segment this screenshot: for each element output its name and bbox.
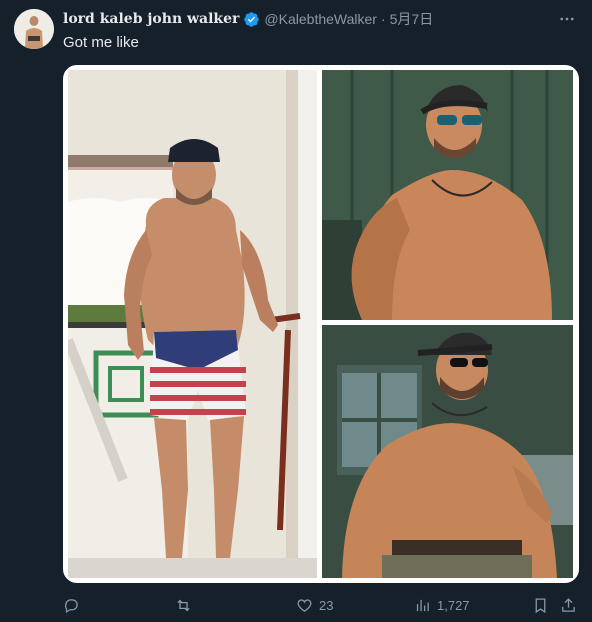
reply-icon bbox=[63, 597, 80, 614]
view-count: 1,727 bbox=[437, 597, 470, 613]
photo-staircase[interactable] bbox=[68, 70, 317, 578]
avatar[interactable] bbox=[14, 9, 54, 49]
separator-dot: · bbox=[380, 11, 386, 27]
bookmark-button[interactable] bbox=[532, 595, 549, 615]
views-icon bbox=[414, 597, 431, 614]
handle[interactable]: @KalebtheWalker bbox=[264, 11, 377, 27]
retweet-icon bbox=[175, 597, 192, 614]
action-bar: 23 1,727 bbox=[63, 595, 578, 615]
reply-button[interactable] bbox=[63, 595, 80, 615]
retweet-button[interactable] bbox=[175, 595, 192, 615]
like-button[interactable]: 23 bbox=[296, 595, 333, 615]
tweet-header: lord kaleb john walker @KalebtheWalker ·… bbox=[63, 9, 578, 29]
photo-portrait-bottom[interactable] bbox=[322, 325, 573, 578]
views-button[interactable]: 1,727 bbox=[414, 595, 470, 615]
share-button[interactable] bbox=[560, 595, 577, 615]
photo-portrait-top[interactable] bbox=[322, 70, 573, 320]
tweet-text: Got me like bbox=[63, 34, 139, 51]
display-name[interactable]: lord kaleb john walker bbox=[63, 11, 239, 27]
more-icon[interactable] bbox=[556, 9, 578, 29]
media-grid bbox=[63, 65, 579, 583]
bookmark-icon bbox=[532, 597, 549, 614]
like-count: 23 bbox=[319, 597, 334, 613]
tweet-date[interactable]: 5月7日 bbox=[390, 9, 434, 29]
heart-icon bbox=[296, 597, 313, 614]
verified-badge-icon bbox=[243, 11, 260, 28]
share-icon bbox=[560, 597, 577, 614]
